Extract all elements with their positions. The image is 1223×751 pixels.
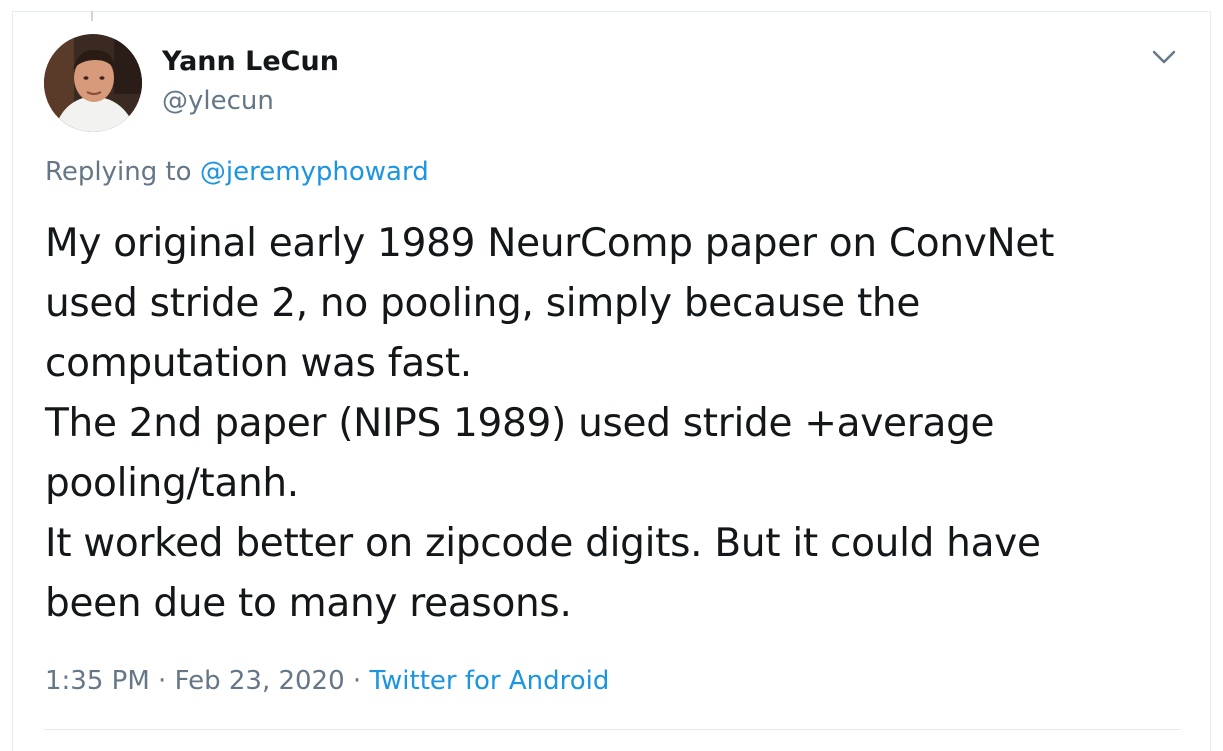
meta-separator: · xyxy=(149,666,175,696)
author-handle[interactable]: @ylecun xyxy=(162,85,274,117)
tweet-metadata: 1:35 PM · Feb 23, 2020 · Twitter for And… xyxy=(45,663,609,699)
tweet-source-link[interactable]: Twitter for Android xyxy=(369,666,609,696)
replying-to-label: Replying to xyxy=(45,157,200,187)
reply-mention-link[interactable]: @jeremyphoward xyxy=(200,157,429,187)
avatar[interactable] xyxy=(44,34,142,132)
avatar-photo xyxy=(44,34,142,132)
chevron-down-icon[interactable] xyxy=(1150,43,1178,71)
author-display-name[interactable]: Yann LeCun xyxy=(162,45,339,79)
meta-separator: · xyxy=(344,666,370,696)
thread-connector-line xyxy=(91,11,93,21)
tweet-date[interactable]: Feb 23, 2020 xyxy=(175,666,345,696)
replying-to: Replying to @jeremyphoward xyxy=(45,155,429,189)
tweet-text: My original early 1989 NeurComp paper on… xyxy=(45,221,1055,626)
tweet-time[interactable]: 1:35 PM xyxy=(45,666,150,696)
divider xyxy=(44,729,1181,730)
